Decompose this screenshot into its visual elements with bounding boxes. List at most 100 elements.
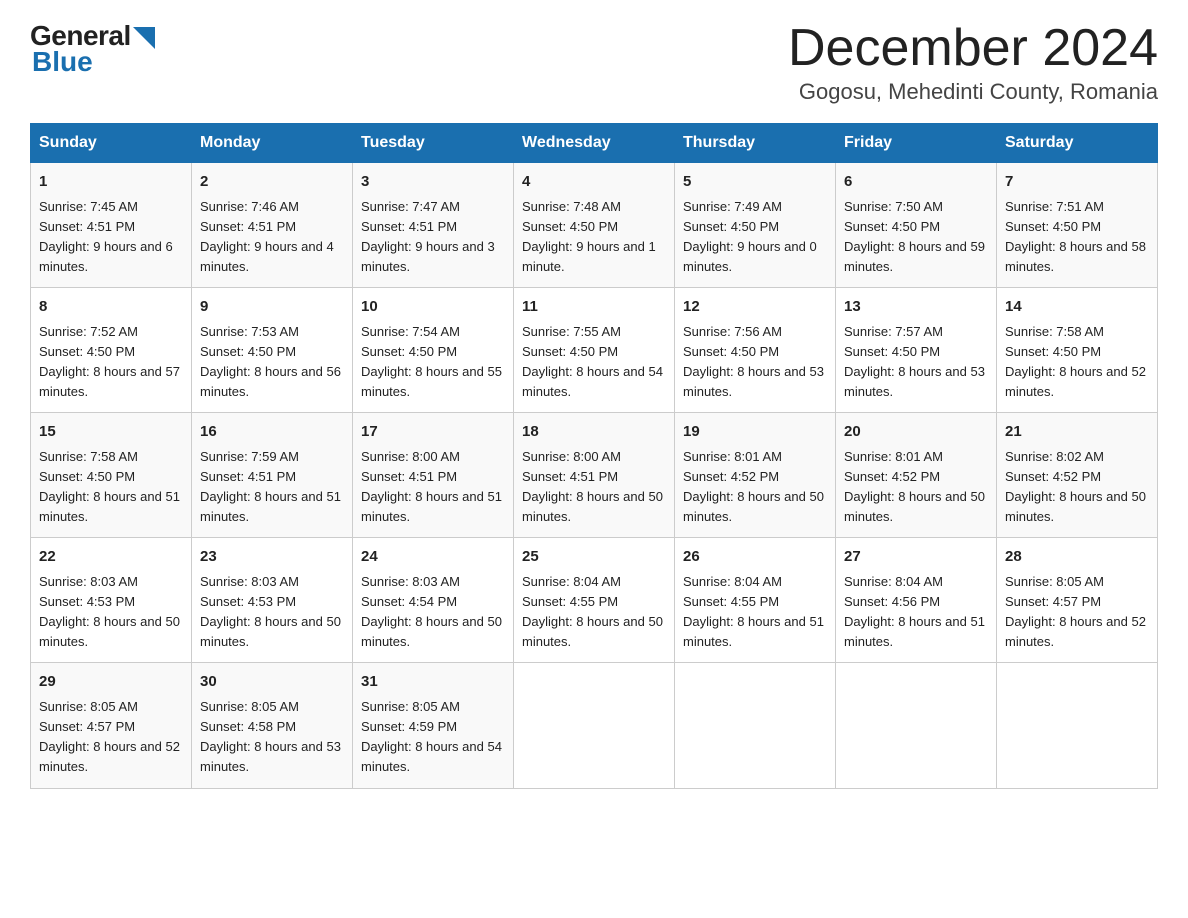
day-number: 29 <box>39 671 183 694</box>
day-info: Sunrise: 8:05 AMSunset: 4:58 PMDaylight:… <box>200 699 341 774</box>
calendar-cell: 2 Sunrise: 7:46 AMSunset: 4:51 PMDayligh… <box>192 163 353 288</box>
day-number: 25 <box>522 546 666 569</box>
calendar-cell: 14 Sunrise: 7:58 AMSunset: 4:50 PMDaylig… <box>997 288 1158 413</box>
day-number: 23 <box>200 546 344 569</box>
calendar-cell: 3 Sunrise: 7:47 AMSunset: 4:51 PMDayligh… <box>353 163 514 288</box>
day-info: Sunrise: 7:54 AMSunset: 4:50 PMDaylight:… <box>361 324 502 399</box>
day-number: 13 <box>844 296 988 319</box>
week-row-2: 8 Sunrise: 7:52 AMSunset: 4:50 PMDayligh… <box>31 288 1158 413</box>
calendar-cell: 11 Sunrise: 7:55 AMSunset: 4:50 PMDaylig… <box>514 288 675 413</box>
calendar-cell: 1 Sunrise: 7:45 AMSunset: 4:51 PMDayligh… <box>31 163 192 288</box>
week-row-3: 15 Sunrise: 7:58 AMSunset: 4:50 PMDaylig… <box>31 413 1158 538</box>
day-number: 28 <box>1005 546 1149 569</box>
day-number: 9 <box>200 296 344 319</box>
location-text: Gogosu, Mehedinti County, Romania <box>788 79 1158 105</box>
day-number: 22 <box>39 546 183 569</box>
month-title: December 2024 <box>788 20 1158 77</box>
day-number: 3 <box>361 171 505 194</box>
day-info: Sunrise: 7:50 AMSunset: 4:50 PMDaylight:… <box>844 199 985 274</box>
day-info: Sunrise: 7:58 AMSunset: 4:50 PMDaylight:… <box>1005 324 1146 399</box>
day-info: Sunrise: 7:51 AMSunset: 4:50 PMDaylight:… <box>1005 199 1146 274</box>
day-info: Sunrise: 8:01 AMSunset: 4:52 PMDaylight:… <box>683 449 824 524</box>
weekday-header-saturday: Saturday <box>997 124 1158 163</box>
calendar-cell: 24 Sunrise: 8:03 AMSunset: 4:54 PMDaylig… <box>353 538 514 663</box>
day-number: 18 <box>522 421 666 444</box>
week-row-5: 29 Sunrise: 8:05 AMSunset: 4:57 PMDaylig… <box>31 663 1158 788</box>
calendar-cell: 6 Sunrise: 7:50 AMSunset: 4:50 PMDayligh… <box>836 163 997 288</box>
day-info: Sunrise: 8:00 AMSunset: 4:51 PMDaylight:… <box>361 449 502 524</box>
weekday-header-thursday: Thursday <box>675 124 836 163</box>
day-number: 24 <box>361 546 505 569</box>
calendar-cell: 12 Sunrise: 7:56 AMSunset: 4:50 PMDaylig… <box>675 288 836 413</box>
day-number: 4 <box>522 171 666 194</box>
title-block: December 2024 Gogosu, Mehedinti County, … <box>788 20 1158 105</box>
calendar-cell: 21 Sunrise: 8:02 AMSunset: 4:52 PMDaylig… <box>997 413 1158 538</box>
day-number: 15 <box>39 421 183 444</box>
day-info: Sunrise: 8:03 AMSunset: 4:53 PMDaylight:… <box>39 574 180 649</box>
day-info: Sunrise: 8:05 AMSunset: 4:57 PMDaylight:… <box>39 699 180 774</box>
day-info: Sunrise: 7:57 AMSunset: 4:50 PMDaylight:… <box>844 324 985 399</box>
day-info: Sunrise: 7:56 AMSunset: 4:50 PMDaylight:… <box>683 324 824 399</box>
calendar-cell: 20 Sunrise: 8:01 AMSunset: 4:52 PMDaylig… <box>836 413 997 538</box>
day-number: 16 <box>200 421 344 444</box>
week-row-1: 1 Sunrise: 7:45 AMSunset: 4:51 PMDayligh… <box>31 163 1158 288</box>
day-info: Sunrise: 7:45 AMSunset: 4:51 PMDaylight:… <box>39 199 173 274</box>
day-info: Sunrise: 8:01 AMSunset: 4:52 PMDaylight:… <box>844 449 985 524</box>
day-info: Sunrise: 8:05 AMSunset: 4:59 PMDaylight:… <box>361 699 502 774</box>
day-number: 6 <box>844 171 988 194</box>
calendar-cell: 18 Sunrise: 8:00 AMSunset: 4:51 PMDaylig… <box>514 413 675 538</box>
calendar-cell: 28 Sunrise: 8:05 AMSunset: 4:57 PMDaylig… <box>997 538 1158 663</box>
day-info: Sunrise: 7:55 AMSunset: 4:50 PMDaylight:… <box>522 324 663 399</box>
day-info: Sunrise: 8:04 AMSunset: 4:55 PMDaylight:… <box>522 574 663 649</box>
day-info: Sunrise: 7:49 AMSunset: 4:50 PMDaylight:… <box>683 199 817 274</box>
day-number: 17 <box>361 421 505 444</box>
day-info: Sunrise: 8:05 AMSunset: 4:57 PMDaylight:… <box>1005 574 1146 649</box>
calendar-cell: 13 Sunrise: 7:57 AMSunset: 4:50 PMDaylig… <box>836 288 997 413</box>
logo: General Blue <box>30 20 155 78</box>
day-number: 20 <box>844 421 988 444</box>
logo-triangle-icon <box>133 27 155 49</box>
day-info: Sunrise: 8:03 AMSunset: 4:54 PMDaylight:… <box>361 574 502 649</box>
day-number: 2 <box>200 171 344 194</box>
day-info: Sunrise: 8:04 AMSunset: 4:55 PMDaylight:… <box>683 574 824 649</box>
calendar-table: SundayMondayTuesdayWednesdayThursdayFrid… <box>30 123 1158 788</box>
calendar-cell <box>675 663 836 788</box>
day-info: Sunrise: 7:47 AMSunset: 4:51 PMDaylight:… <box>361 199 495 274</box>
calendar-cell: 5 Sunrise: 7:49 AMSunset: 4:50 PMDayligh… <box>675 163 836 288</box>
calendar-cell: 27 Sunrise: 8:04 AMSunset: 4:56 PMDaylig… <box>836 538 997 663</box>
weekday-header-tuesday: Tuesday <box>353 124 514 163</box>
day-info: Sunrise: 7:59 AMSunset: 4:51 PMDaylight:… <box>200 449 341 524</box>
day-info: Sunrise: 7:53 AMSunset: 4:50 PMDaylight:… <box>200 324 341 399</box>
weekday-header-sunday: Sunday <box>31 124 192 163</box>
calendar-cell: 8 Sunrise: 7:52 AMSunset: 4:50 PMDayligh… <box>31 288 192 413</box>
day-info: Sunrise: 8:04 AMSunset: 4:56 PMDaylight:… <box>844 574 985 649</box>
day-number: 27 <box>844 546 988 569</box>
weekday-header-friday: Friday <box>836 124 997 163</box>
day-number: 31 <box>361 671 505 694</box>
day-info: Sunrise: 8:02 AMSunset: 4:52 PMDaylight:… <box>1005 449 1146 524</box>
page-header: General Blue December 2024 Gogosu, Mehed… <box>30 20 1158 105</box>
day-number: 21 <box>1005 421 1149 444</box>
calendar-cell: 16 Sunrise: 7:59 AMSunset: 4:51 PMDaylig… <box>192 413 353 538</box>
weekday-header-wednesday: Wednesday <box>514 124 675 163</box>
day-number: 10 <box>361 296 505 319</box>
day-info: Sunrise: 7:48 AMSunset: 4:50 PMDaylight:… <box>522 199 656 274</box>
day-number: 11 <box>522 296 666 319</box>
calendar-cell <box>997 663 1158 788</box>
logo-blue-text: Blue <box>30 46 93 78</box>
day-number: 19 <box>683 421 827 444</box>
calendar-cell: 7 Sunrise: 7:51 AMSunset: 4:50 PMDayligh… <box>997 163 1158 288</box>
day-info: Sunrise: 7:58 AMSunset: 4:50 PMDaylight:… <box>39 449 180 524</box>
calendar-cell: 17 Sunrise: 8:00 AMSunset: 4:51 PMDaylig… <box>353 413 514 538</box>
calendar-cell: 19 Sunrise: 8:01 AMSunset: 4:52 PMDaylig… <box>675 413 836 538</box>
week-row-4: 22 Sunrise: 8:03 AMSunset: 4:53 PMDaylig… <box>31 538 1158 663</box>
day-info: Sunrise: 8:03 AMSunset: 4:53 PMDaylight:… <box>200 574 341 649</box>
day-number: 30 <box>200 671 344 694</box>
day-number: 8 <box>39 296 183 319</box>
weekday-header-row: SundayMondayTuesdayWednesdayThursdayFrid… <box>31 124 1158 163</box>
day-number: 5 <box>683 171 827 194</box>
calendar-cell: 26 Sunrise: 8:04 AMSunset: 4:55 PMDaylig… <box>675 538 836 663</box>
calendar-cell: 25 Sunrise: 8:04 AMSunset: 4:55 PMDaylig… <box>514 538 675 663</box>
day-info: Sunrise: 7:46 AMSunset: 4:51 PMDaylight:… <box>200 199 334 274</box>
calendar-cell: 15 Sunrise: 7:58 AMSunset: 4:50 PMDaylig… <box>31 413 192 538</box>
